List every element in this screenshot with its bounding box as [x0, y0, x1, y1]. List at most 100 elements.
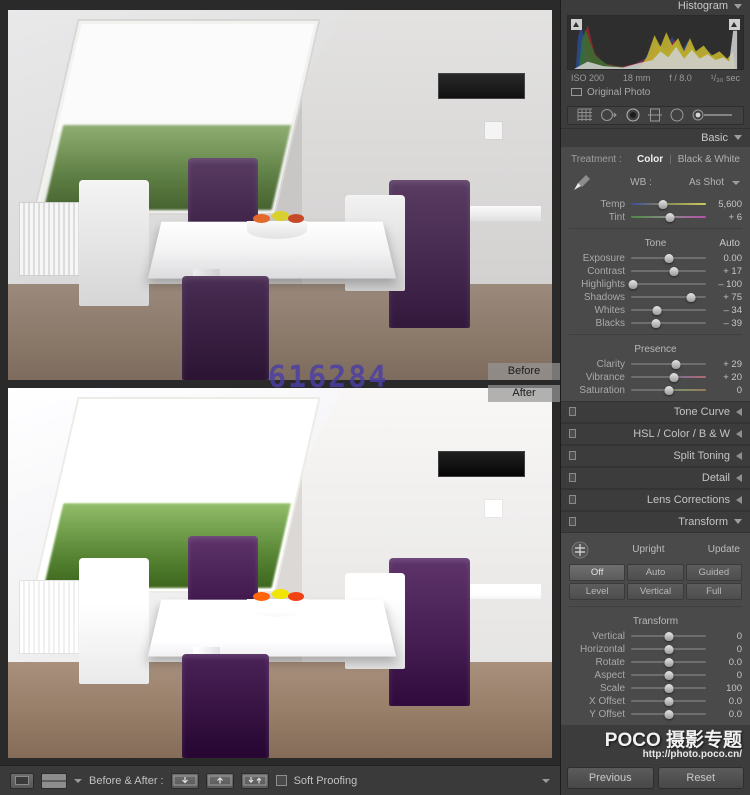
slider-track[interactable]	[631, 696, 706, 706]
before-after-view-icon[interactable]	[41, 772, 67, 789]
chevron-left-icon[interactable]	[736, 473, 742, 482]
panel-switch-icon[interactable]	[569, 473, 576, 483]
histogram-header[interactable]: Histogram	[561, 0, 750, 13]
chevron-left-icon[interactable]	[736, 407, 742, 416]
basic-panel-header[interactable]: Basic	[561, 127, 750, 147]
panel-switch-icon[interactable]	[569, 429, 576, 439]
slider-knob[interactable]	[686, 292, 696, 302]
treatment-bw-option[interactable]: Black & White	[678, 154, 740, 165]
upright-full-button[interactable]: Full	[685, 582, 742, 600]
slider-value[interactable]: 0	[712, 385, 742, 396]
slider-value[interactable]: – 39	[712, 318, 743, 329]
upright-update-button[interactable]: Update	[708, 544, 740, 555]
slider-knob[interactable]	[664, 696, 673, 706]
slider-value[interactable]: + 75	[712, 292, 742, 303]
histogram-graph[interactable]	[567, 14, 744, 70]
slider-knob[interactable]	[664, 670, 673, 680]
slider-contrast[interactable]: Contrast + 17	[561, 265, 750, 278]
slider-knob[interactable]	[665, 212, 675, 222]
soft-proofing-checkbox[interactable]	[275, 775, 287, 786]
white-balance-selector-icon[interactable]	[571, 172, 593, 194]
transform-panel-header[interactable]: Transform	[561, 510, 750, 533]
panel-header-lens-corrections[interactable]: Lens Corrections	[561, 488, 750, 511]
panel-header-split-toning[interactable]: Split Toning	[561, 444, 750, 467]
crop-tool-icon[interactable]	[577, 108, 593, 122]
slider-track[interactable]	[631, 644, 706, 654]
slider-track[interactable]	[631, 670, 706, 680]
panel-switch-icon[interactable]	[569, 407, 576, 417]
slider-track[interactable]	[631, 318, 706, 328]
copy-before-settings-button[interactable]	[205, 772, 234, 789]
slider-clarity[interactable]: Clarity + 29	[561, 358, 750, 371]
original-photo-row[interactable]: Original Photo	[561, 85, 750, 103]
slider-track[interactable]	[631, 657, 706, 667]
after-photo[interactable]	[8, 388, 552, 758]
slider-knob[interactable]	[664, 631, 673, 641]
slider-track[interactable]	[631, 385, 706, 395]
slider-aspect[interactable]: Aspect 0	[561, 669, 750, 682]
slider-knob[interactable]	[664, 709, 673, 719]
slider-value[interactable]: 5,600	[712, 199, 742, 210]
slider-value[interactable]: + 29	[712, 359, 742, 370]
slider-track[interactable]	[631, 305, 706, 315]
slider-track[interactable]	[631, 359, 706, 369]
slider-track[interactable]	[631, 631, 706, 641]
slider-knob[interactable]	[628, 279, 638, 289]
slider-shadows[interactable]: Shadows + 75	[561, 291, 750, 304]
slider-knob[interactable]	[664, 657, 673, 667]
upright-auto-button[interactable]: Auto	[627, 563, 684, 581]
slider-value[interactable]: 0.0	[712, 696, 742, 707]
slider-value[interactable]: 0.0	[712, 709, 742, 720]
panel-switch-icon[interactable]	[569, 451, 576, 461]
chevron-down-icon[interactable]	[734, 135, 742, 141]
chevron-down-icon[interactable]	[734, 3, 742, 9]
slider-highlights[interactable]: Highlights – 100	[561, 278, 750, 291]
treatment-color-option[interactable]: Color	[637, 154, 663, 165]
slider-value[interactable]: – 34	[712, 305, 743, 316]
panel-header-hsl-color-b-w[interactable]: HSL / Color / B & W	[561, 422, 750, 445]
slider-knob[interactable]	[669, 266, 679, 276]
panel-header-tone-curve[interactable]: Tone Curve	[561, 400, 750, 423]
slider-knob[interactable]	[664, 385, 673, 395]
slider-knob[interactable]	[671, 359, 681, 369]
panel-switch-icon[interactable]	[569, 495, 576, 505]
slider-track[interactable]	[631, 199, 706, 209]
chevron-down-icon[interactable]	[734, 519, 742, 525]
panel-switch-icon[interactable]	[569, 517, 576, 527]
highlight-clipping-indicator[interactable]	[729, 18, 740, 30]
view-mode-chevron-down-icon[interactable]	[74, 778, 82, 783]
slider-blacks[interactable]: Blacks – 39	[561, 317, 750, 330]
slider-temp[interactable]: Temp 5,600	[561, 198, 750, 211]
slider-vertical[interactable]: Vertical 0	[561, 630, 750, 643]
slider-track[interactable]	[631, 372, 706, 382]
upright-guided-button[interactable]: Guided	[685, 563, 742, 581]
slider-knob[interactable]	[652, 305, 661, 315]
upright-off-button[interactable]: Off	[569, 563, 626, 581]
loupe-view-icon[interactable]	[10, 772, 34, 789]
before-photo[interactable]	[8, 10, 552, 380]
toolbar-collapse-chevron-icon[interactable]	[542, 778, 550, 783]
slider-track[interactable]	[628, 279, 706, 289]
slider-value[interactable]: – 100	[712, 279, 742, 290]
slider-exposure[interactable]: Exposure 0.00	[561, 252, 750, 265]
reset-button[interactable]: Reset	[657, 767, 744, 789]
auto-tone-button[interactable]: Auto	[719, 238, 740, 249]
slider-track[interactable]	[631, 292, 706, 302]
chevron-left-icon[interactable]	[736, 451, 742, 460]
previous-button[interactable]: Previous	[567, 767, 654, 789]
slider-knob[interactable]	[651, 318, 661, 328]
radial-filter-tool-icon[interactable]	[669, 108, 685, 122]
slider-x-offset[interactable]: X Offset 0.0	[561, 695, 750, 708]
red-eye-tool-icon[interactable]	[625, 108, 641, 122]
slider-track[interactable]	[631, 683, 706, 693]
slider-track[interactable]	[631, 253, 706, 263]
slider-value[interactable]: + 6	[712, 212, 742, 223]
slider-whites[interactable]: Whites – 34	[561, 304, 750, 317]
slider-knob[interactable]	[658, 199, 667, 209]
slider-vibrance[interactable]: Vibrance + 20	[561, 371, 750, 384]
slider-knob[interactable]	[664, 683, 673, 693]
wb-chevron-down-icon[interactable]	[732, 180, 741, 185]
slider-knob[interactable]	[664, 644, 673, 654]
slider-y-offset[interactable]: Y Offset 0.0	[561, 708, 750, 721]
spot-removal-tool-icon[interactable]	[600, 108, 618, 122]
